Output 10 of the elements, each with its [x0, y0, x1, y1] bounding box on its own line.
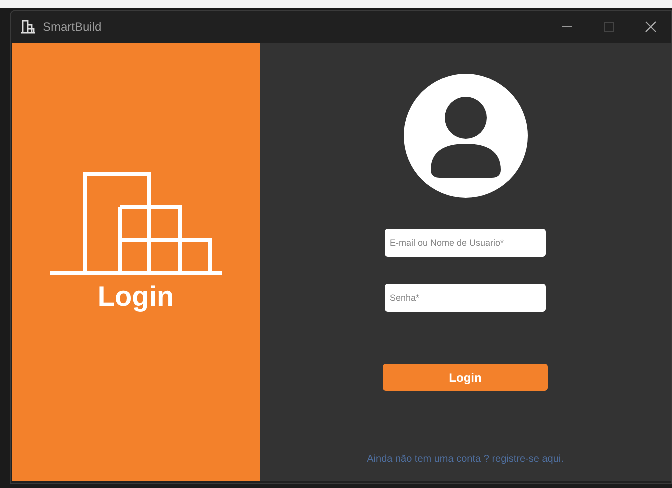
login-button[interactable]: Login — [383, 364, 548, 391]
close-icon[interactable] — [645, 21, 657, 33]
input-field[interactable]: E-mail ou Nome de Usuario* — [385, 229, 546, 257]
buildings-icon — [48, 171, 224, 275]
register-link[interactable]: Ainda não tem uma conta ? registre-se aqui. — [367, 454, 564, 465]
window-title: SmartBuild — [43, 20, 102, 34]
input-field[interactable]: Senha* — [385, 284, 546, 312]
login-heading: Login — [98, 281, 174, 313]
avatar-icon — [404, 74, 528, 198]
app-icon — [20, 20, 36, 34]
